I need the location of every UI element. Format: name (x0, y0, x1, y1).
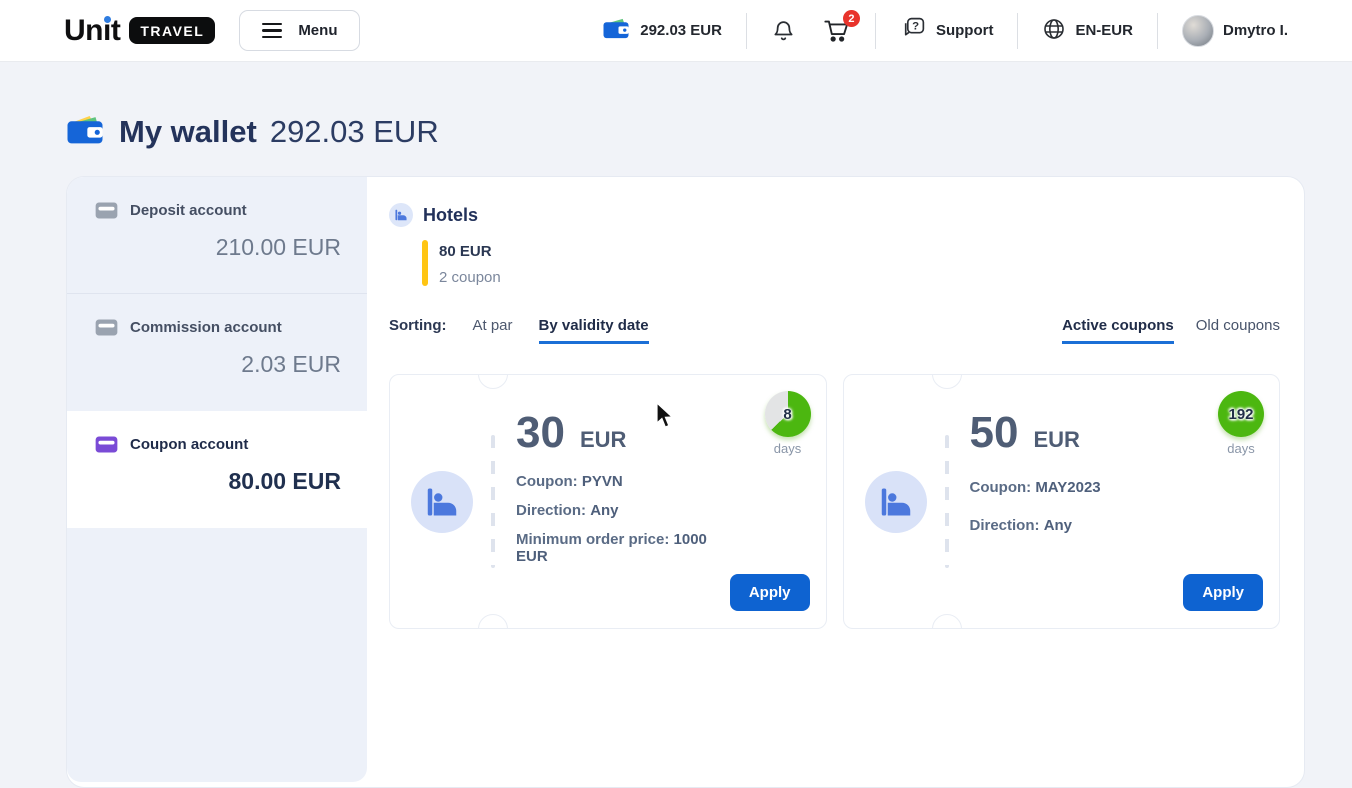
days-left-pie: 8 (765, 391, 811, 437)
hotel-bed-icon (411, 471, 473, 533)
user-menu[interactable]: Dmytro I. (1182, 15, 1288, 47)
list-controls: Sorting: At par By validity date Active … (389, 317, 1280, 344)
coupon-card-pyvn: 30 EUR Coupon: PYVN Direction: Any Minim… (389, 374, 827, 629)
header-divider (746, 13, 747, 49)
apply-button[interactable]: Apply (1183, 574, 1263, 611)
user-name: Dmytro I. (1223, 22, 1288, 39)
tab-old-coupons[interactable]: Old coupons (1196, 317, 1280, 344)
days-unit-label: days (1215, 441, 1267, 456)
card-icon (95, 319, 118, 336)
ticket-notch (932, 374, 962, 389)
category-header: Hotels (389, 203, 1280, 227)
app-header: Unıt TRAVEL Menu 292.03 EUR 2 (0, 0, 1352, 62)
category-coupon-count: 2 coupon (439, 269, 501, 286)
account-label: Commission account (130, 319, 282, 336)
days-left-badge: 8 days (762, 391, 814, 456)
coupons-content: Hotels 80 EUR 2 coupon Sorting: At par B… (367, 177, 1304, 787)
header-divider (1157, 13, 1158, 49)
notifications-button[interactable] (771, 18, 796, 44)
header-divider (875, 13, 876, 49)
ticket-perforation (491, 435, 495, 568)
sidebar-filler (67, 528, 367, 782)
days-unit-label: days (762, 441, 814, 456)
category-total: 80 EUR (439, 243, 501, 260)
brand-logo[interactable]: Unıt TRAVEL (64, 14, 215, 48)
locale-label: EN-EUR (1075, 22, 1133, 39)
coupon-details: Coupon: MAY2023 Direction: Any (970, 479, 1162, 534)
account-amount: 210.00 EUR (95, 234, 341, 261)
days-left-pie: 192 (1218, 391, 1264, 437)
card-icon (95, 202, 118, 219)
sidebar-item-deposit-account[interactable]: Deposit account 210.00 EUR (67, 177, 367, 294)
account-label: Deposit account (130, 202, 247, 219)
yellow-indicator-bar (422, 240, 428, 286)
page-title: My wallet 292.03 EUR (64, 111, 1352, 153)
hamburger-icon (262, 23, 282, 39)
cart-count-badge: 2 (843, 10, 860, 27)
support-chat-icon: ? (900, 15, 927, 46)
hotel-bed-icon (865, 471, 927, 533)
locale-selector[interactable]: EN-EUR (1042, 17, 1133, 45)
page-title-text: My wallet (119, 114, 257, 150)
globe-icon (1042, 17, 1066, 45)
sort-option-by-validity-date[interactable]: By validity date (539, 317, 649, 344)
wallet-panel: Deposit account 210.00 EUR Commission ac… (66, 176, 1305, 788)
ticket-notch (932, 614, 962, 629)
coupon-card-icon (95, 436, 118, 453)
account-amount: 2.03 EUR (95, 351, 341, 378)
brand-wordmark: Unıt (64, 14, 120, 48)
coupon-value: 50 EUR (970, 411, 1162, 455)
page-title-balance: 292.03 EUR (270, 114, 439, 150)
account-amount: 80.00 EUR (95, 468, 341, 495)
account-label: Coupon account (130, 436, 248, 453)
header-divider (1017, 13, 1018, 49)
sidebar-item-coupon-account[interactable]: Coupon account 80.00 EUR (67, 411, 367, 528)
category-stats: 80 EUR 2 coupon (422, 240, 1280, 286)
wallet-icon (64, 112, 106, 153)
coupon-tabs: Active coupons Old coupons (1062, 317, 1280, 344)
ticket-notch (478, 374, 508, 389)
sort-option-at-par[interactable]: At par (473, 317, 513, 334)
cart-button[interactable]: 2 (822, 17, 851, 44)
ticket-perforation (945, 435, 949, 568)
menu-button-label: Menu (298, 22, 337, 39)
coupon-details: Coupon: PYVN Direction: Any Minimum orde… (516, 473, 708, 565)
wallet-icon (601, 16, 631, 45)
tab-active-coupons[interactable]: Active coupons (1062, 317, 1174, 344)
coupon-cards: 30 EUR Coupon: PYVN Direction: Any Minim… (389, 374, 1280, 629)
coupon-value: 30 EUR (516, 411, 708, 455)
support-button[interactable]: ? Support (900, 15, 994, 46)
coupon-card-may2023: 50 EUR Coupon: MAY2023 Direction: Any 19… (843, 374, 1281, 629)
svg-text:?: ? (912, 21, 919, 33)
support-label: Support (936, 22, 994, 39)
sorting-label: Sorting: (389, 317, 447, 334)
apply-button[interactable]: Apply (730, 574, 810, 611)
category-title: Hotels (423, 205, 478, 226)
accounts-sidebar: Deposit account 210.00 EUR Commission ac… (67, 177, 367, 787)
hotel-bed-icon (389, 203, 413, 227)
ticket-notch (478, 614, 508, 629)
bell-icon (771, 18, 796, 44)
header-balance-text: 292.03 EUR (640, 22, 722, 39)
avatar (1182, 15, 1214, 47)
days-left-badge: 192 days (1215, 391, 1267, 456)
header-wallet-balance[interactable]: 292.03 EUR (601, 16, 722, 45)
menu-button[interactable]: Menu (239, 10, 360, 51)
sidebar-item-commission-account[interactable]: Commission account 2.03 EUR (67, 294, 367, 411)
brand-badge: TRAVEL (129, 17, 215, 44)
